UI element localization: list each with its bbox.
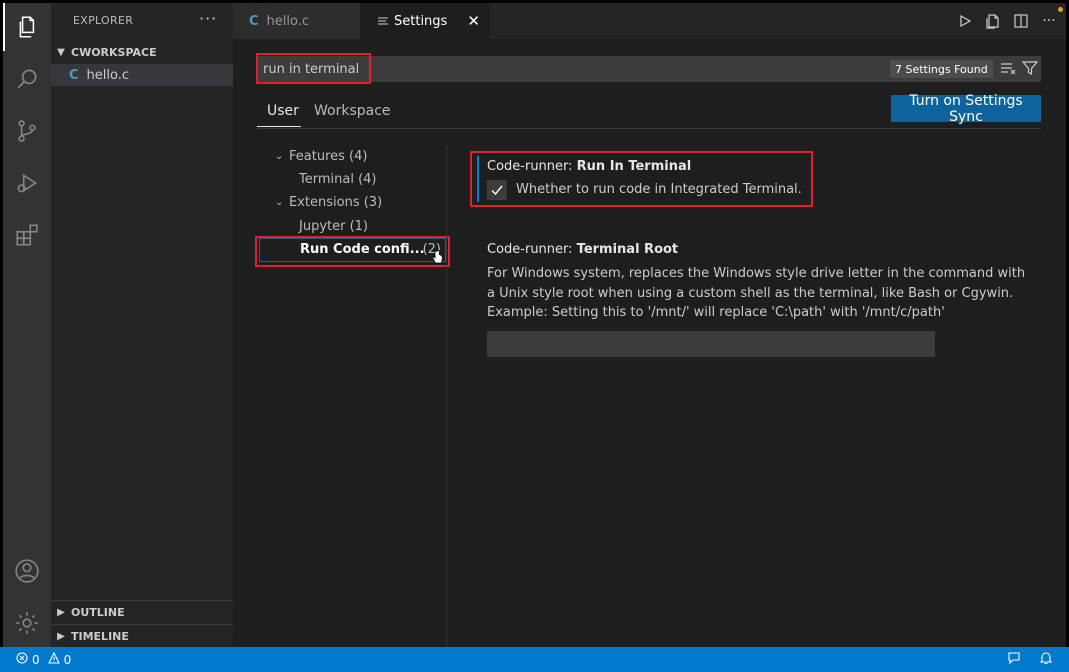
settings-sync-button[interactable]: Turn on Settings Sync xyxy=(891,93,1041,125)
activity-bar xyxy=(3,3,51,647)
filter-icon[interactable] xyxy=(1021,60,1039,80)
setting-description-line: For Windows system, replaces the Windows… xyxy=(487,266,1026,281)
setting-title-terminal-root: Code-runner: Terminal Root xyxy=(487,242,679,257)
toc-label: Jupyter (1) xyxy=(299,218,369,234)
feedback-icon[interactable] xyxy=(1007,651,1021,668)
settings-found-badge: 7 Settings Found xyxy=(890,60,993,78)
setting-title-run-in-terminal: Code-runner: Run In Terminal xyxy=(487,159,692,174)
terminal-root-input[interactable] xyxy=(487,331,935,357)
error-icon xyxy=(16,652,28,667)
settings-editor: 7 Settings Found User Workspace Turn on … xyxy=(233,39,1066,647)
tab-user[interactable]: User xyxy=(267,103,299,125)
toc-label: Extensions (3) xyxy=(289,194,383,210)
more-actions-icon[interactable]: ··· xyxy=(199,9,217,28)
setting-focus-indicator xyxy=(477,156,479,202)
toc-item-jupyter[interactable]: Jupyter (1) xyxy=(299,215,368,237)
search-icon[interactable] xyxy=(3,55,51,103)
workspace-section[interactable]: ▼ CWORKSPACE xyxy=(51,41,233,63)
clear-filter-icon[interactable] xyxy=(1000,60,1016,80)
toc-item-extensions[interactable]: ⌄ Extensions (3) xyxy=(275,191,382,213)
active-tab-underline xyxy=(257,126,301,127)
chevron-right-icon: ▶ xyxy=(57,630,65,642)
toc-label: Features (4) xyxy=(289,148,368,164)
settings-toc: ⌄ Features (4) Terminal (4) ⌄ Extensions… xyxy=(257,145,446,647)
c-file-icon: C xyxy=(249,13,259,29)
outline-label: OUTLINE xyxy=(71,605,125,619)
tab-workspace[interactable]: Workspace xyxy=(314,103,391,119)
open-settings-json-icon[interactable] xyxy=(984,12,1002,30)
settings-search-input[interactable] xyxy=(257,56,857,82)
toc-divider xyxy=(446,145,447,647)
tab-settings[interactable]: Settings ✕ xyxy=(360,3,490,39)
more-actions-icon[interactable]: ··· xyxy=(1040,12,1058,30)
search-actions xyxy=(1000,60,1039,80)
toc-label: Terminal (4) xyxy=(299,171,377,187)
setting-description-line: Example: Setting this to '/mnt/' will re… xyxy=(487,305,945,320)
chevron-down-icon: ▼ xyxy=(57,46,65,58)
settings-lines-icon xyxy=(378,16,388,26)
close-icon[interactable]: ✕ xyxy=(467,12,480,30)
outline-section[interactable]: ▶ OUTLINE xyxy=(51,601,233,623)
warning-icon xyxy=(47,651,60,667)
extensions-icon[interactable] xyxy=(3,211,51,259)
gear-icon[interactable] xyxy=(3,599,51,647)
warning-count: 0 xyxy=(63,652,72,667)
error-count: 0 xyxy=(32,652,40,667)
file-name: hello.c xyxy=(86,67,130,83)
status-right xyxy=(1007,651,1053,668)
sidebar-title: EXPLORER xyxy=(73,14,134,27)
tab-bar: C hello.c Settings ✕ ··· xyxy=(233,3,1066,39)
timeline-label: TIMELINE xyxy=(71,629,129,643)
c-file-icon: C xyxy=(69,67,79,83)
timeline-section[interactable]: ▶ TIMELINE xyxy=(51,625,233,647)
run-icon[interactable] xyxy=(956,12,974,30)
tab-label: hello.c xyxy=(266,13,310,29)
workspace-name: CWORKSPACE xyxy=(71,45,157,59)
toc-item-run-code-config[interactable]: Run Code confi... (2) xyxy=(259,238,446,262)
status-bar: 0 0 xyxy=(0,647,1069,672)
run-in-terminal-checkbox[interactable] xyxy=(487,180,507,200)
toc-item-features[interactable]: ⌄ Features (4) xyxy=(275,145,367,167)
account-icon[interactable] xyxy=(3,547,51,595)
explorer-sidebar: EXPLORER ··· ▼ CWORKSPACE C hello.c ▶ OU… xyxy=(51,3,233,647)
file-item-hello-c[interactable]: C hello.c xyxy=(51,64,233,86)
setting-description: Whether to run code in Integrated Termin… xyxy=(516,182,802,197)
settings-search-box: 7 Settings Found xyxy=(257,56,1041,82)
setting-description-line: a Unix style root when using a custom sh… xyxy=(487,286,1014,301)
toc-item-terminal[interactable]: Terminal (4) xyxy=(299,168,377,190)
problems-indicator[interactable]: 0 0 xyxy=(16,651,72,667)
tab-label: Settings xyxy=(394,13,448,29)
source-control-icon[interactable] xyxy=(3,107,51,155)
hand-cursor-icon xyxy=(431,250,443,268)
chevron-down-icon: ⌄ xyxy=(275,196,284,208)
notification-dot xyxy=(1058,7,1063,12)
split-editor-icon[interactable] xyxy=(1012,12,1030,30)
bell-icon[interactable] xyxy=(1039,651,1053,668)
chevron-down-icon: ⌄ xyxy=(275,150,284,162)
checkmark-icon xyxy=(491,185,503,196)
editor-actions: ··· xyxy=(956,3,1058,39)
chevron-right-icon: ▶ xyxy=(57,606,65,618)
run-debug-icon[interactable] xyxy=(3,159,51,207)
toc-label: Run Code confi... xyxy=(300,242,425,257)
explorer-icon[interactable] xyxy=(3,3,51,51)
tab-hello-c[interactable]: C hello.c xyxy=(233,3,360,39)
